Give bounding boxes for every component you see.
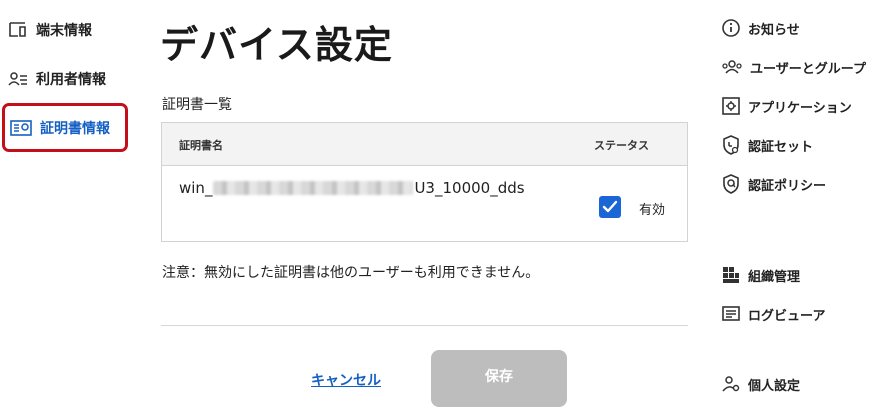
- left-nav-label: 証明書情報: [40, 120, 110, 137]
- user-list-icon: [8, 72, 27, 86]
- page-title: デバイス設定: [160, 23, 393, 67]
- right-nav-label: 認証ポリシー: [748, 178, 827, 194]
- left-nav-certificate-info[interactable]: 証明書情報: [2, 103, 128, 152]
- right-nav-label: お知らせ: [748, 22, 800, 38]
- auth-set-icon: [723, 135, 739, 155]
- status-label: 有効: [639, 203, 666, 218]
- right-nav-users-groups[interactable]: ユーザーとグループ: [721, 56, 866, 78]
- right-nav-label: アプリケーション: [748, 100, 852, 116]
- info-icon: [722, 19, 740, 37]
- left-nav-label: 端末情報: [36, 23, 92, 39]
- redacted-text: [213, 181, 414, 195]
- application-icon: [722, 97, 740, 115]
- left-nav-user-info[interactable]: 利用者情報: [8, 67, 106, 91]
- right-nav-notifications[interactable]: お知らせ: [721, 17, 800, 39]
- right-nav-auth-policies[interactable]: 認証ポリシー: [721, 173, 826, 195]
- right-nav-label: 認証セット: [748, 139, 814, 155]
- right-nav-label: ユーザーとグループ: [750, 61, 866, 77]
- certificate-name-prefix: win_: [179, 179, 213, 197]
- checkmark-icon: [602, 200, 618, 213]
- auth-policy-icon: [723, 174, 739, 194]
- left-nav-device-info[interactable]: 端末情報: [8, 18, 92, 42]
- save-button[interactable]: 保存: [431, 350, 567, 407]
- right-nav-organization[interactable]: 組織管理: [721, 264, 800, 286]
- table-header-row: 証明書名 ステータス: [162, 123, 687, 166]
- device-icon: [9, 22, 26, 37]
- right-nav-label: ログビューア: [748, 308, 826, 324]
- right-nav-label: 個人設定: [748, 378, 801, 394]
- status-checkbox[interactable]: [599, 196, 621, 218]
- right-nav-auth-sets[interactable]: 認証セット: [721, 134, 813, 156]
- divider: [161, 325, 688, 326]
- section-label: 証明書一覧: [162, 97, 232, 113]
- certificate-icon: [10, 119, 32, 136]
- right-nav-log-viewer[interactable]: ログビューア: [721, 303, 825, 325]
- right-nav-applications[interactable]: アプリケーション: [721, 95, 852, 117]
- log-viewer-icon: [722, 306, 740, 321]
- certificate-name-suffix: U3_10000_dds: [414, 179, 525, 197]
- personal-settings-icon: [722, 376, 740, 392]
- right-nav-label: 組織管理: [748, 269, 801, 285]
- certificate-table: 証明書名 ステータス win_ U3_10000_dds 有効: [161, 122, 688, 242]
- column-header-name: 証明書名: [179, 139, 223, 152]
- cancel-link[interactable]: キャンセル: [311, 370, 381, 390]
- warning-note: 注意：無効にした証明書は他のユーザーも利用できません。: [162, 265, 540, 281]
- users-group-icon: [722, 60, 742, 74]
- organization-icon: [723, 267, 739, 283]
- certificate-name: win_ U3_10000_dds: [179, 179, 525, 197]
- column-header-status: ステータス: [594, 139, 649, 152]
- right-nav-personal-settings[interactable]: 個人設定: [721, 373, 800, 395]
- left-nav-label: 利用者情報: [36, 72, 106, 88]
